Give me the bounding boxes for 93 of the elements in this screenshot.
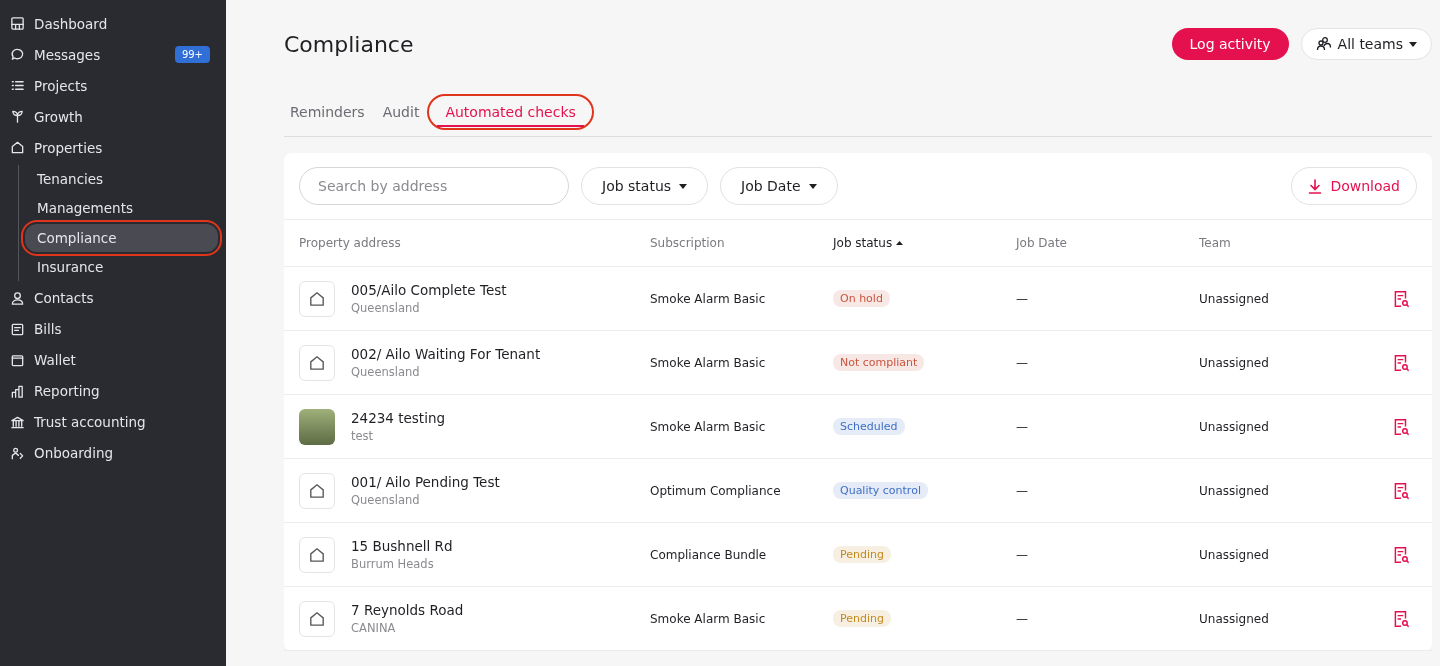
status-tag: Not compliant bbox=[833, 354, 925, 371]
job-date-cell: — bbox=[1016, 547, 1028, 562]
caret-icon bbox=[808, 183, 817, 189]
wallet-icon bbox=[10, 352, 25, 368]
sidebar-item[interactable]: Growth bbox=[0, 101, 226, 132]
document-search-icon[interactable] bbox=[1392, 609, 1410, 628]
team-filter-dropdown[interactable]: All teams bbox=[1300, 28, 1432, 60]
subscription-cell: Smoke Alarm Basic bbox=[650, 291, 766, 306]
job-date-cell: — bbox=[1016, 611, 1028, 626]
house-icon bbox=[299, 344, 335, 381]
status-tag: Pending bbox=[833, 610, 891, 627]
house-icon bbox=[299, 536, 335, 573]
property-address: 15 Bushnell Rd bbox=[351, 538, 453, 554]
subscription-cell: Optimum Compliance bbox=[650, 483, 781, 498]
sidebar-subitem[interactable]: Insurance bbox=[25, 253, 218, 281]
house-icon bbox=[299, 472, 335, 509]
sidebar-item[interactable]: Reporting bbox=[0, 375, 226, 407]
subscription-cell: Smoke Alarm Basic bbox=[650, 611, 766, 626]
sidebar-item[interactable]: Projects bbox=[0, 70, 226, 101]
sidebar-item[interactable]: Properties bbox=[0, 132, 226, 163]
document-search-icon[interactable] bbox=[1392, 353, 1410, 372]
house-icon bbox=[10, 140, 25, 155]
status-tag: Pending bbox=[833, 546, 891, 563]
tab[interactable]: Audit bbox=[376, 98, 426, 126]
status-tag: Scheduled bbox=[833, 418, 905, 435]
caret-icon bbox=[1409, 41, 1417, 47]
job-date-cell: — bbox=[1016, 355, 1028, 370]
download-icon bbox=[1308, 178, 1323, 194]
people-icon bbox=[1315, 36, 1332, 52]
property-address: 002/ Ailo Waiting For Tenant bbox=[351, 346, 541, 362]
sidebar-item[interactable]: Wallet bbox=[0, 344, 226, 376]
status-tag: Quality control bbox=[833, 482, 928, 499]
property-address: 001/ Ailo Pending Test bbox=[351, 474, 500, 490]
sidebar-subitem[interactable]: Tenancies bbox=[25, 164, 218, 193]
subscription-cell: Compliance Bundle bbox=[650, 547, 767, 562]
status-tag: On hold bbox=[833, 290, 890, 307]
property-region: CANINA bbox=[351, 621, 397, 635]
chat-bubble-icon bbox=[10, 47, 25, 62]
photo-placeholder bbox=[299, 408, 335, 445]
sidebar-item[interactable]: Bills bbox=[0, 313, 226, 345]
property-address: 005/Ailo Complete Test bbox=[351, 282, 507, 298]
filter-dropdown[interactable]: Job status bbox=[581, 167, 709, 205]
search-field[interactable]: Search by address bbox=[299, 167, 569, 205]
column-header[interactable]: Property address bbox=[299, 236, 401, 250]
sidebar-item[interactable]: Trust accounting bbox=[0, 406, 226, 438]
sidebar-item[interactable]: Dashboard bbox=[0, 8, 226, 39]
person-icon bbox=[10, 290, 25, 306]
sidebar-subitem[interactable]: Managements bbox=[25, 194, 218, 222]
team-cell: Unassigned bbox=[1199, 419, 1269, 434]
sidebar-item[interactable]: Contacts bbox=[0, 282, 226, 314]
filter-dropdown[interactable]: Job Date bbox=[720, 167, 838, 205]
receipt-icon bbox=[10, 321, 25, 337]
column-header[interactable]: Subscription bbox=[650, 236, 725, 250]
property-address: 24234 testing bbox=[351, 410, 446, 426]
house-icon bbox=[299, 600, 335, 637]
dashboard-icon bbox=[10, 16, 25, 31]
sidebar-item[interactable]: Messages 99+ bbox=[0, 39, 226, 70]
download-button[interactable]: Download bbox=[1291, 167, 1417, 205]
job-date-cell: — bbox=[1016, 291, 1028, 306]
document-search-icon[interactable] bbox=[1392, 289, 1410, 308]
document-search-icon[interactable] bbox=[1392, 417, 1410, 436]
column-header[interactable]: Job status bbox=[833, 236, 893, 250]
property-region: Queensland bbox=[351, 493, 421, 507]
subscription-cell: Smoke Alarm Basic bbox=[650, 419, 766, 434]
bar-chart-icon bbox=[10, 383, 25, 399]
column-header[interactable]: Job Date bbox=[1016, 236, 1067, 250]
team-cell: Unassigned bbox=[1199, 355, 1269, 370]
onboarding-icon bbox=[10, 445, 25, 461]
team-cell: Unassigned bbox=[1199, 483, 1269, 498]
column-header[interactable]: Team bbox=[1199, 236, 1231, 250]
log-activity-button[interactable]: Log activity bbox=[1171, 28, 1289, 60]
property-region: Burrum Heads bbox=[351, 557, 435, 571]
job-date-cell: — bbox=[1016, 483, 1028, 498]
team-cell: Unassigned bbox=[1199, 547, 1269, 562]
team-cell: Unassigned bbox=[1199, 291, 1269, 306]
bank-icon bbox=[10, 414, 25, 430]
tab[interactable]: Reminders bbox=[284, 98, 371, 126]
property-region: Queensland bbox=[351, 301, 421, 315]
document-search-icon[interactable] bbox=[1392, 545, 1410, 564]
sidebar-item[interactable]: Onboarding bbox=[0, 437, 226, 469]
house-icon bbox=[299, 280, 335, 317]
property-region: test bbox=[351, 429, 375, 443]
property-region: Queensland bbox=[351, 365, 421, 379]
document-search-icon[interactable] bbox=[1392, 481, 1410, 500]
subscription-cell: Smoke Alarm Basic bbox=[650, 355, 766, 370]
unread-count-badge: 99+ bbox=[174, 46, 210, 63]
team-cell: Unassigned bbox=[1199, 611, 1269, 626]
list-icon bbox=[10, 78, 25, 93]
property-address: 7 Reynolds Road bbox=[351, 602, 464, 618]
caret-icon bbox=[679, 183, 688, 189]
page-title: Compliance bbox=[284, 31, 415, 57]
job-date-cell: — bbox=[1016, 419, 1028, 434]
sprout-icon bbox=[10, 109, 25, 124]
